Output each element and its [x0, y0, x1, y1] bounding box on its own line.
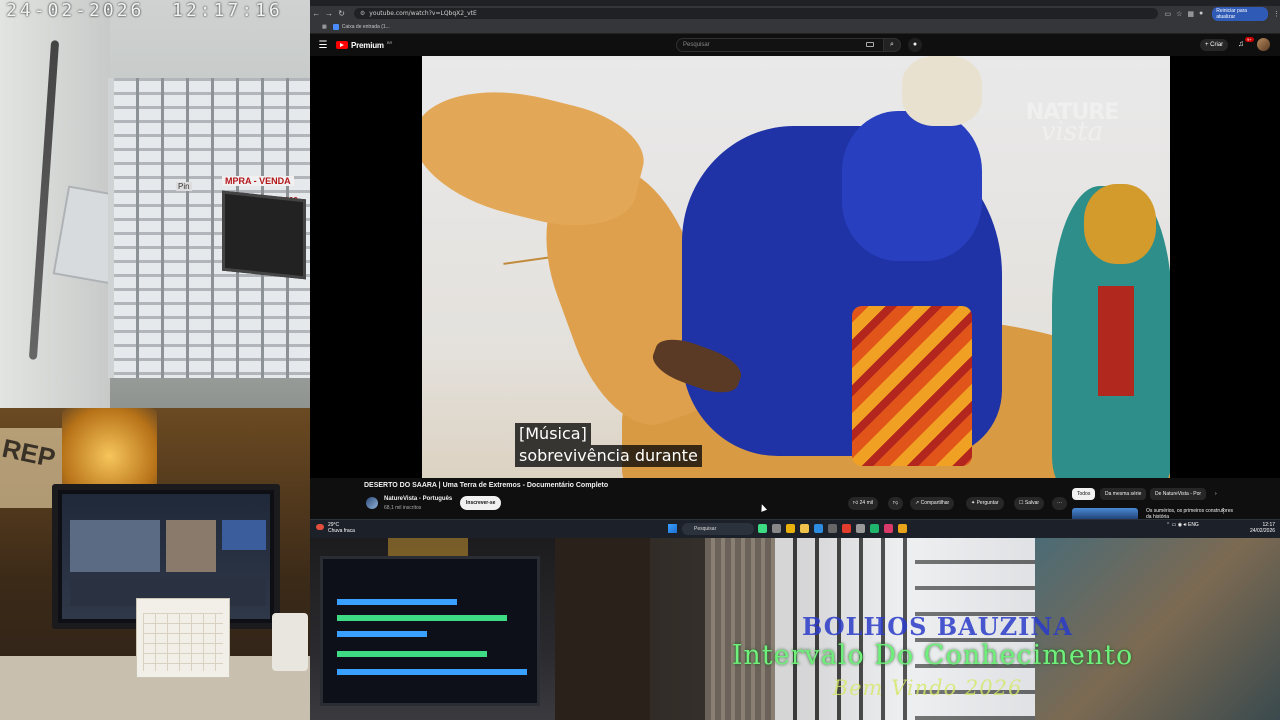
chrome-icon[interactable] — [786, 524, 795, 533]
bottle — [272, 613, 308, 671]
wall-art-text: REP — [0, 432, 59, 474]
app-icon-2[interactable] — [856, 524, 865, 533]
recommended-menu-icon[interactable]: ⋮ — [1220, 507, 1227, 515]
video-captions: [Música] sobrevivência durante — [515, 423, 702, 467]
create-button[interactable]: + Criar — [1200, 39, 1229, 51]
share-icon: ↗ — [915, 500, 920, 506]
forward-button[interactable]: → — [323, 7, 336, 20]
like-count: 24 mil — [859, 500, 873, 506]
caption-line-2: sobrevivência durante — [515, 445, 702, 467]
rider-headwrap — [902, 56, 982, 126]
overlay-title: BOLHOS BAUZINA — [802, 612, 1073, 641]
search-input[interactable]: Pesquisar — [676, 38, 886, 52]
ask-button[interactable]: ✦ Perguntar — [966, 497, 1004, 510]
chip-same-series[interactable]: Da mesma série — [1100, 488, 1147, 500]
url-text: youtube.com/watch?v=LQbqX2_vtE — [369, 10, 477, 17]
street-sign-left: Pin — [176, 182, 192, 191]
desk-calendar — [136, 598, 230, 678]
laptop — [222, 190, 306, 280]
apps-icon[interactable]: ▦ — [322, 24, 327, 30]
site-info-icon[interactable]: ⚙ — [360, 10, 365, 17]
file-explorer-icon[interactable] — [800, 524, 809, 533]
bookmark-item-inbox[interactable]: Caixa de entrada (1... — [332, 24, 390, 30]
screen: Pin MPRA - VENDA 865-3622 24-02-2026 12:… — [0, 0, 1280, 720]
save-icon: ☐ — [1019, 500, 1024, 506]
camera-feed-bottom-middle — [310, 538, 555, 720]
store-icon[interactable] — [828, 524, 837, 533]
microphone-icon[interactable]: ● — [908, 38, 922, 52]
youtube-play-icon — [336, 41, 348, 49]
back-button[interactable]: ← — [310, 7, 323, 20]
profile-icon[interactable]: ● — [1199, 10, 1203, 17]
dislike-button[interactable]: 👎︎ — [888, 497, 904, 510]
overlay-subtitle: Intervalo Do Conhecimento — [731, 640, 1134, 671]
search-button[interactable]: ⌕ — [883, 38, 901, 52]
notification-badge: 9+ — [1245, 37, 1254, 42]
weather-widget[interactable]: 29°C Chuva fraca — [328, 522, 355, 534]
overlay-welcome: Bem Vindo 2026 — [832, 676, 1023, 700]
camera-feed-bottom-left: REP — [0, 408, 310, 720]
bookmark-star-icon[interactable]: ☆ — [1176, 10, 1182, 18]
taskbar-search[interactable]: Pesquisar — [682, 523, 754, 535]
cast-icon[interactable]: ▭ — [1164, 10, 1171, 18]
task-view-icon[interactable] — [772, 524, 781, 533]
app-icon-3[interactable] — [870, 524, 879, 533]
mail-icon — [332, 24, 339, 30]
system-tray[interactable]: ⌃ ▭ ◉ 🔊︎ ENG — [1166, 522, 1199, 528]
bookmarks-bar: ▦ Caixa de entrada (1... — [310, 21, 1280, 34]
video-player[interactable]: NATURE vista — [422, 56, 1170, 478]
youtube-header: ☰ Premium BR Pesquisar ⌕ ● + Criar ♫ 9+ — [310, 34, 1280, 56]
start-button[interactable] — [668, 524, 677, 533]
app-icon-4[interactable] — [884, 524, 893, 533]
audio-monitor — [320, 556, 540, 706]
second-rider-turban — [1084, 184, 1156, 264]
lamp — [62, 408, 157, 488]
channel-subscribers: 68,1 mil inscritos — [384, 505, 422, 511]
obs-icon[interactable] — [842, 524, 851, 533]
browser-window: ← → ↻ ⚙ youtube.com/watch?v=LQbqX2_vtE ▭… — [310, 0, 1280, 538]
camel-head — [422, 69, 654, 243]
hamburger-menu-icon[interactable]: ☰ — [310, 40, 336, 51]
clock[interactable]: 12:17 24/02/2026 — [1250, 522, 1275, 534]
menu-icon[interactable]: ⋮ — [1273, 10, 1280, 18]
street-sign: MPRA - VENDA — [222, 176, 294, 186]
like-button[interactable]: 👍︎ 24 mil — [848, 497, 878, 510]
edge-icon[interactable] — [814, 524, 823, 533]
weather-icon — [316, 524, 324, 530]
camera-timestamp: 24-02-2026 12:17:16 — [6, 0, 283, 21]
share-button[interactable]: ↗ Compartilhar — [910, 497, 955, 510]
vlc-icon[interactable] — [898, 524, 907, 533]
taskbar: 29°C Chuva fraca ⌕ Pesquisar ⌃ ▭ ◉ 🔊︎ EN… — [310, 519, 1280, 538]
channel-avatar[interactable] — [366, 497, 378, 509]
chip-all[interactable]: Todos — [1072, 488, 1096, 500]
channel-name[interactable]: NatureVista - Português — [384, 496, 452, 502]
relaunch-button[interactable]: Reiniciar para atualizar — [1212, 6, 1268, 21]
subscribe-button[interactable]: Inscrever-se — [460, 496, 502, 510]
mouse-cursor-icon — [758, 503, 768, 512]
channel-watermark: NATURE vista — [1025, 100, 1120, 147]
video-title: DESERTO DO SAARA | Uma Terra de Extremos… — [364, 482, 609, 489]
extensions-icon[interactable]: ▦ — [1187, 10, 1194, 18]
reload-button[interactable]: ↻ — [335, 7, 348, 20]
keyboard-icon[interactable] — [866, 42, 874, 47]
camera-feed-top-left: Pin MPRA - VENDA 865-3622 24-02-2026 12:… — [0, 0, 310, 408]
avatar[interactable] — [1257, 38, 1270, 51]
chips-next-icon[interactable]: › — [1210, 488, 1222, 500]
caption-line-1: [Música] — [515, 423, 591, 445]
save-button[interactable]: ☐ Salvar — [1014, 497, 1045, 510]
notifications-bell-icon[interactable]: ♫ — [1238, 39, 1244, 48]
dislike-icon: 👎︎ — [893, 500, 899, 506]
more-actions-button[interactable]: ··· — [1052, 497, 1067, 510]
address-bar-row: ← → ↻ ⚙ youtube.com/watch?v=LQbqX2_vtE ▭… — [310, 6, 1280, 21]
chip-from-channel[interactable]: De NatureVista - Por — [1150, 488, 1207, 500]
url-bar[interactable]: ⚙ youtube.com/watch?v=LQbqX2_vtE — [353, 8, 1159, 19]
app-icon-1[interactable] — [758, 524, 767, 533]
saddle-blanket — [852, 306, 972, 466]
youtube-logo[interactable]: Premium BR — [336, 40, 392, 50]
sparkle-icon: ✦ — [971, 500, 976, 506]
